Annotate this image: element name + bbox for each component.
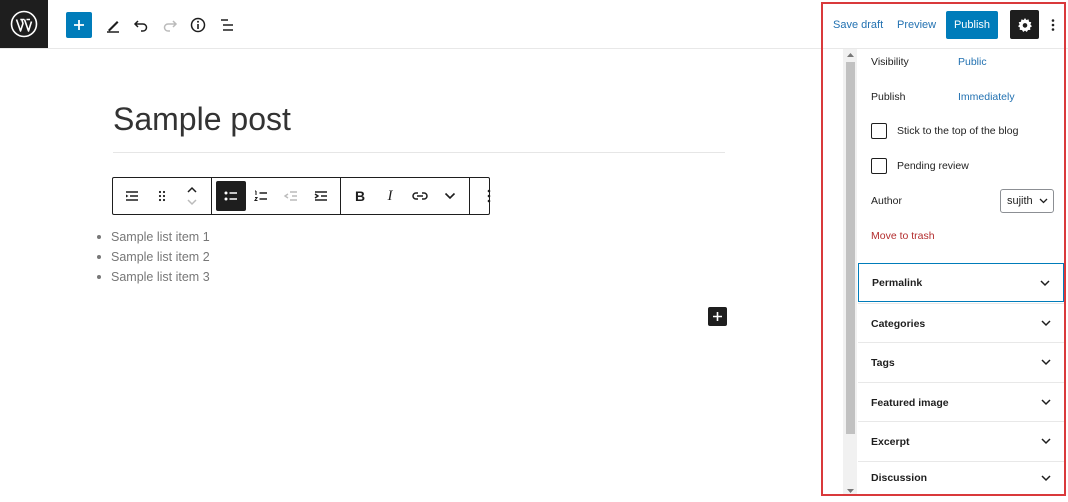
move-up-down-icon	[187, 186, 197, 206]
save-draft-button[interactable]: Save draft	[833, 10, 883, 40]
plus-icon	[74, 20, 84, 30]
bold-button[interactable]: B	[345, 181, 375, 211]
publish-date-label: Publish	[871, 91, 906, 103]
header-actions: Save draft Preview Publish	[822, 10, 1068, 40]
ordered-list-button[interactable]	[246, 181, 276, 211]
preview-button[interactable]: Preview	[897, 10, 936, 40]
list-view-icon	[221, 19, 233, 31]
undo-icon	[133, 20, 148, 32]
drag-icon	[158, 190, 166, 202]
sticky-checkbox-label[interactable]: Stick to the top of the blog	[897, 125, 1018, 137]
chevron-down-icon	[1041, 475, 1051, 482]
chevron-down-icon	[1041, 438, 1051, 445]
more-vertical-icon	[487, 189, 491, 203]
panel-tags[interactable]: Tags	[858, 342, 1064, 382]
sticky-checkbox[interactable]	[871, 123, 887, 139]
outdent-icon	[283, 191, 297, 201]
author-select[interactable]: sujith	[1000, 189, 1054, 213]
pending-review-label[interactable]: Pending review	[897, 160, 969, 172]
numbered-list-icon	[253, 190, 267, 202]
publish-date-toggle[interactable]: Immediately	[958, 91, 1015, 103]
block-inserter-button[interactable]	[708, 307, 727, 326]
add-block-button[interactable]	[66, 12, 92, 38]
italic-button[interactable]: I	[375, 181, 405, 211]
more-vertical-icon	[1051, 18, 1055, 31]
tools-button[interactable]	[100, 12, 126, 38]
visibility-row: Visibility Public	[871, 56, 987, 68]
panel-title: Permalink	[872, 276, 923, 289]
panel-title: Categories	[871, 317, 926, 330]
italic-icon: I	[387, 187, 393, 204]
list-block-icon	[126, 191, 138, 201]
chevron-down-icon	[1041, 359, 1051, 366]
plus-icon	[713, 312, 722, 321]
wordpress-logo-icon[interactable]	[0, 0, 48, 48]
panel-title: Discussion	[871, 472, 928, 484]
move-to-trash-button[interactable]: Move to trash	[871, 230, 935, 242]
list-item[interactable]: Sample list item 1	[97, 227, 210, 247]
drag-handle[interactable]	[147, 181, 177, 211]
more-rich-text-button[interactable]	[435, 181, 465, 211]
move-buttons[interactable]	[177, 181, 207, 211]
scroll-up-arrow-icon[interactable]	[846, 52, 855, 58]
publish-button[interactable]: Publish	[946, 11, 998, 39]
unordered-list-button[interactable]	[216, 181, 246, 211]
block-toolbar-group-parent	[113, 178, 212, 214]
details-button[interactable]	[185, 12, 211, 38]
author-label: Author	[871, 195, 902, 207]
chevron-down-icon	[1041, 320, 1051, 327]
post-title[interactable]: Sample post	[113, 98, 725, 153]
redo-icon	[163, 20, 178, 32]
bold-icon: B	[354, 188, 366, 204]
scroll-down-arrow-icon[interactable]	[846, 488, 855, 494]
panel-title: Tags	[871, 356, 895, 369]
block-toolbar-group-options	[470, 178, 508, 214]
panel-title: Featured image	[871, 396, 949, 409]
chevron-down-icon	[1040, 280, 1050, 287]
panel-title: Excerpt	[871, 435, 910, 448]
chevron-down-icon	[444, 192, 456, 200]
list-block[interactable]: Sample list item 1 Sample list item 2 Sa…	[97, 227, 210, 287]
link-button[interactable]	[405, 181, 435, 211]
undo-button[interactable]	[128, 12, 154, 38]
outdent-button[interactable]	[276, 181, 306, 211]
gear-icon	[1017, 17, 1032, 32]
link-icon	[412, 192, 428, 200]
pending-review-checkbox[interactable]	[871, 158, 887, 174]
block-toolbar-group-format: B I	[341, 178, 470, 214]
panel-discussion[interactable]: Discussion	[858, 461, 1064, 494]
block-options-button[interactable]	[474, 181, 504, 211]
panel-permalink[interactable]: Permalink	[858, 263, 1064, 302]
panel-categories[interactable]: Categories	[858, 303, 1064, 343]
block-toolbar: B I	[112, 177, 491, 215]
chevron-down-icon	[1041, 399, 1051, 406]
visibility-toggle[interactable]: Public	[958, 56, 987, 68]
list-item[interactable]: Sample list item 3	[97, 267, 210, 287]
author-select-value: sujith	[1007, 195, 1033, 207]
settings-button[interactable]	[1010, 10, 1039, 39]
bullet-list-icon	[224, 191, 237, 201]
indent-icon	[314, 191, 327, 201]
redo-button[interactable]	[157, 12, 183, 38]
list-view-button[interactable]	[214, 12, 240, 38]
visibility-label: Visibility	[871, 56, 909, 68]
publish-date-row: Publish Immediately	[871, 91, 1015, 103]
author-row: Author	[871, 195, 902, 207]
select-parent-button[interactable]	[117, 181, 147, 211]
sidebar-scrollbar-thumb[interactable]	[846, 62, 855, 434]
block-toolbar-group-list	[212, 178, 341, 214]
chevron-down-icon	[1039, 198, 1048, 204]
panel-excerpt[interactable]: Excerpt	[858, 421, 1064, 461]
panel-featured-image[interactable]: Featured image	[858, 382, 1064, 422]
indent-button[interactable]	[306, 181, 336, 211]
list-item[interactable]: Sample list item 2	[97, 247, 210, 267]
pencil-icon	[107, 21, 119, 33]
info-icon	[190, 17, 206, 33]
options-button[interactable]	[1046, 10, 1060, 39]
